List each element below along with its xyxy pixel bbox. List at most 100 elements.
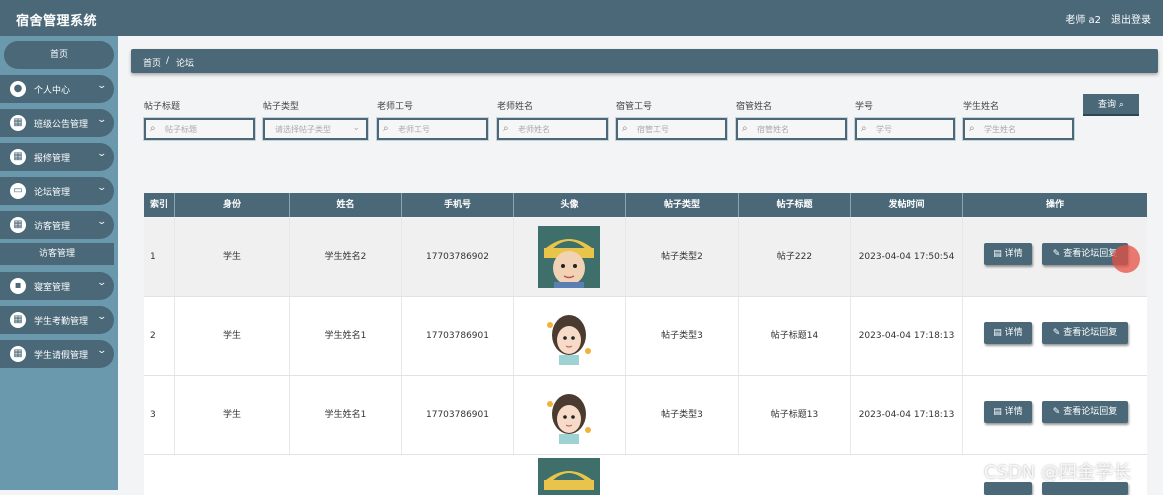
student-id-input[interactable]: ⌕ 学号 xyxy=(855,118,955,140)
grid-icon: ▦ xyxy=(10,115,26,131)
search-icon: ⌕ xyxy=(383,123,389,134)
edit-icon: ✎ xyxy=(1052,249,1064,259)
view-reply-button[interactable]: ✎ 查看论坛回复 xyxy=(1042,401,1128,423)
sidebar-item-dorm[interactable]: ▪ 寝室管理 ⌄ xyxy=(0,272,114,300)
cell-name: 学生姓名1 xyxy=(290,297,402,375)
cell-post-title: 帖子222 xyxy=(739,218,851,296)
teacher-id-input[interactable]: ⌕ 老师工号 xyxy=(377,118,488,140)
breadcrumb-home[interactable]: 首页 xyxy=(143,56,161,69)
cell-identity: 学生 xyxy=(175,218,290,296)
edit-icon: ✎ xyxy=(1052,407,1064,417)
sidebar-item-home[interactable]: 首页 xyxy=(4,41,114,69)
cell-index: 3 xyxy=(144,376,175,454)
search-icon: ⌕ xyxy=(150,123,156,134)
document-icon: ▤ xyxy=(993,328,1005,338)
breadcrumb-separator: / xyxy=(166,56,170,66)
cell-post-time: 2023-04-04 17:18:13 xyxy=(851,376,963,454)
chevron-down-icon: ⌄ xyxy=(96,217,108,227)
header-identity: 身份 xyxy=(175,193,290,217)
sidebar-item-attendance[interactable]: ▦ 学生考勤管理 ⌄ xyxy=(0,306,114,334)
header-post-time: 发帖时间 xyxy=(851,193,963,217)
app-title: 宿舍管理系统 xyxy=(16,14,98,29)
sidebar-item-visitor[interactable]: ▦ 访客管理 ⌄ xyxy=(0,211,114,239)
teacher-name-input[interactable]: ⌕ 老师姓名 xyxy=(497,118,608,140)
chevron-down-icon: ⌄ xyxy=(96,149,108,159)
avatar xyxy=(538,384,600,446)
view-reply-button[interactable]: ✎ 查看论坛回复 xyxy=(1042,322,1128,344)
filter-label-student-name: 学生姓名 xyxy=(963,102,1000,112)
logout-link[interactable]: 退出登录 xyxy=(1111,11,1151,26)
detail-button[interactable]: ▤ 详情 xyxy=(984,243,1032,265)
current-user: 老师 a2 xyxy=(1065,15,1101,26)
chevron-down-icon: ⌄ xyxy=(352,123,360,133)
detail-button[interactable]: ▤ 详情 xyxy=(984,322,1032,344)
watermark: CSDN @四金学长 xyxy=(984,462,1132,483)
table-header: 索引 身份 姓名 手机号 头像 帖子类型 帖子标题 发帖时间 操作 xyxy=(144,193,1147,217)
user-icon: ● xyxy=(10,81,26,97)
sidebar-item-label: 学生考勤管理 xyxy=(34,317,89,327)
dorm-admin-id-input[interactable]: ⌕ 宿管工号 xyxy=(616,118,727,140)
post-title-input[interactable]: ⌕ 帖子标题 xyxy=(144,118,255,140)
query-button[interactable]: 查询 ⌕ xyxy=(1083,94,1139,116)
pointer-cursor-icon xyxy=(1112,245,1140,273)
table-row: 3 学生 学生姓名1 17703786901 帖子类型3 帖子标题13 2023… xyxy=(144,376,1147,455)
sidebar-item-label: 论坛管理 xyxy=(34,188,71,198)
cell-post-type: 帖子类型3 xyxy=(626,297,739,375)
cell-name: 学生姓名1 xyxy=(290,376,402,454)
search-icon: ⌕ xyxy=(622,123,628,134)
sidebar-item-label: 学生请假管理 xyxy=(34,351,89,361)
top-bar: 宿舍管理系统 老师 a2 退出登录 xyxy=(0,0,1163,36)
sidebar-item-label: 班级公告管理 xyxy=(34,120,89,130)
detail-button[interactable]: ▤ 详情 xyxy=(984,401,1032,423)
filter-label-post-type: 帖子类型 xyxy=(263,102,300,112)
header-name: 姓名 xyxy=(290,193,402,217)
header-avatar: 头像 xyxy=(514,193,626,217)
sidebar-item-class-notice[interactable]: ▦ 班级公告管理 ⌄ xyxy=(0,109,114,137)
placeholder: 学生姓名 xyxy=(984,125,1016,134)
grid-icon: ▦ xyxy=(10,217,26,233)
cell-index: 1 xyxy=(144,218,175,296)
search-icon: ⌕ xyxy=(861,123,867,134)
sidebar-item-leave[interactable]: ▦ 学生请假管理 ⌄ xyxy=(0,340,114,368)
search-icon: ⌕ xyxy=(742,123,748,134)
chevron-down-icon: ⌄ xyxy=(96,183,108,193)
detail-label: 详情 xyxy=(1004,249,1023,259)
placeholder: 请选择帖子类型 xyxy=(275,125,331,134)
filter-label-dorm-admin-id: 宿管工号 xyxy=(616,102,653,112)
placeholder: 帖子标题 xyxy=(165,125,197,134)
cell-post-title: 帖子标题14 xyxy=(739,297,851,375)
header-post-title: 帖子标题 xyxy=(739,193,851,217)
chevron-down-icon: ⌄ xyxy=(96,115,108,125)
cell-phone: 17703786902 xyxy=(402,218,514,296)
sidebar: 首页 ● 个人中心 ⌄ ▦ 班级公告管理 ⌄ ▦ 报修管理 ⌄ ▭ 论坛管理 ⌄… xyxy=(0,36,118,490)
sidebar-item-personal-center[interactable]: ● 个人中心 ⌄ xyxy=(0,75,114,103)
chevron-down-icon: ⌄ xyxy=(96,312,108,322)
search-icon: ⌕ xyxy=(1118,100,1124,110)
cell-post-title: 帖子标题13 xyxy=(739,376,851,454)
avatar xyxy=(538,226,600,288)
sidebar-item-forum[interactable]: ▭ 论坛管理 ⌄ xyxy=(0,177,114,205)
filter-label-dorm-admin-name: 宿管姓名 xyxy=(736,102,773,112)
chat-icon: ▪ xyxy=(10,278,26,294)
cell-identity: 学生 xyxy=(175,297,290,375)
chevron-down-icon: ⌄ xyxy=(96,346,108,356)
grid-icon: ▦ xyxy=(10,346,26,362)
filter-label-post-title: 帖子标题 xyxy=(144,102,181,112)
header-post-type: 帖子类型 xyxy=(626,193,739,217)
avatar xyxy=(538,458,600,495)
query-button-label: 查询 xyxy=(1098,100,1117,110)
filter-label-student-id: 学号 xyxy=(855,102,874,112)
placeholder: 老师姓名 xyxy=(518,125,550,134)
cell-identity: 学生 xyxy=(175,376,290,454)
reply-label: 查看论坛回复 xyxy=(1063,249,1118,259)
student-name-input[interactable]: ⌕ 学生姓名 xyxy=(963,118,1074,140)
sidebar-subitem-visitor[interactable]: 访客管理 xyxy=(0,242,114,265)
dorm-admin-name-input[interactable]: ⌕ 宿管姓名 xyxy=(736,118,847,140)
post-type-select[interactable]: 请选择帖子类型 ⌄ xyxy=(263,118,368,140)
detail-label: 详情 xyxy=(1004,407,1023,417)
document-icon: ▤ xyxy=(993,249,1005,259)
breadcrumb-current: 论坛 xyxy=(176,59,195,69)
sidebar-item-repair[interactable]: ▦ 报修管理 ⌄ xyxy=(0,143,114,171)
placeholder: 宿管姓名 xyxy=(757,125,789,134)
sidebar-item-label: 个人中心 xyxy=(34,86,71,96)
